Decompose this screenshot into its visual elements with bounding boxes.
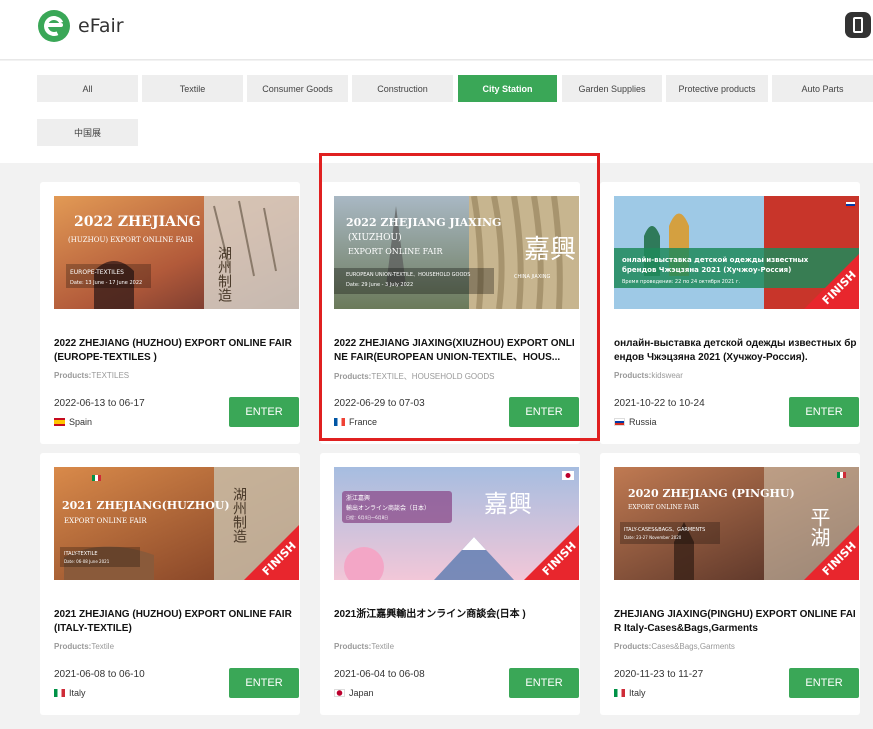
products-label: Products: (334, 642, 372, 651)
filter-construction[interactable]: Construction (352, 75, 453, 102)
products-label: Products: (614, 371, 652, 380)
efair-logo[interactable]: eFair (38, 10, 124, 42)
fair-card[interactable]: 2020 ZHEJIANG (PINGHU) EXPORT ONLINE FAI… (600, 453, 860, 715)
mobile-phone-icon[interactable] (845, 12, 871, 38)
fair-banner-image: 2021 ZHEJIANG(HUZHOU) EXPORT ONLINE FAIR… (54, 467, 299, 580)
banner-calligraphy: 湖州制造 (231, 487, 247, 544)
filter-consumer-goods[interactable]: Consumer Goods (247, 75, 348, 102)
banner-title: 2020 ZHEJIANG (PINGHU) (628, 487, 795, 500)
banner-title: 2022 ZHEJIANG (74, 214, 201, 230)
products-label: Products: (614, 642, 652, 651)
products-value: Textile (371, 642, 395, 651)
fair-banner-image: 浙江嘉興 輸出オンライン商談会（日本） 日程：6月4日～6月8日 嘉興 FINI… (334, 467, 579, 580)
country-name: Italy (629, 688, 646, 698)
banner-date: 日程：6月4日～6月8日 (346, 514, 388, 520)
country-name: Russia (629, 417, 657, 427)
filter-textile[interactable]: Textile (142, 75, 243, 102)
logo-text: eFair (78, 15, 124, 37)
fair-banner-image: 2020 ZHEJIANG (PINGHU) EXPORT ONLINE FAI… (614, 467, 859, 580)
filter-protective-products[interactable]: Protective products (666, 75, 768, 102)
fair-products: Products:TEXTILES (54, 371, 299, 380)
country-name: Italy (69, 688, 86, 698)
fair-products: Products:kidswear (614, 371, 859, 380)
category-filter-bar: All Textile Consumer Goods Construction … (0, 61, 873, 163)
highlight-box (319, 153, 600, 441)
banner-subtitle: EXPORT ONLINE FAIR (64, 517, 147, 525)
fair-title[interactable]: 2022 ZHEJIANG (HUZHOU) EXPORT ONLINE FAI… (54, 337, 299, 365)
banner-subtitle: (HUZHOU) EXPORT ONLINE FAIR (68, 236, 194, 244)
country-name: Spain (69, 417, 93, 427)
fair-country: Russia (614, 417, 657, 427)
filter-garden-supplies[interactable]: Garden Supplies (562, 75, 662, 102)
fair-banner-image: 2022 ZHEJIANG (HUZHOU) EXPORT ONLINE FAI… (54, 196, 299, 309)
fair-products: Products:Cases&Bags,Garments (614, 642, 859, 651)
banner-title: онлайн-выставка детской одежды известных (622, 256, 809, 264)
banner-subtitle: 輸出オンライン商談会（日本） (346, 504, 430, 512)
filter-all[interactable]: All (37, 75, 138, 102)
fair-card[interactable]: онлайн-выставка детской одежды известных… (600, 182, 860, 444)
enter-button[interactable]: ENTER (789, 668, 859, 698)
enter-button[interactable]: ENTER (509, 668, 579, 698)
products-value: kidswear (651, 371, 683, 380)
products-value: Cases&Bags,Garments (651, 642, 735, 651)
banner-date: Время проведения: 22 по 24 октября 2021 … (622, 279, 741, 285)
filter-city-station[interactable]: City Station (458, 75, 557, 102)
spain-flag-icon (54, 418, 65, 426)
russia-flag-icon (614, 418, 625, 426)
banner-subtitle: брендов Чжэцзяна 2021 (Хучжоу-Россия) (622, 266, 791, 274)
fair-card[interactable]: 浙江嘉興 輸出オンライン商談会（日本） 日程：6月4日～6月8日 嘉興 FINI… (320, 453, 580, 715)
banner-date: Date: 06-08 June 2021 (64, 559, 110, 564)
banner-category: ITALY-CASES&BAGS、GARMENTS (624, 527, 705, 533)
banner-calligraphy: 平湖 (807, 507, 831, 547)
banner-category: EUROPE-TEXTILES (70, 269, 124, 276)
italy-flag-icon (54, 689, 65, 697)
fair-dates: 2021-06-04 to 06-08 (334, 669, 425, 680)
banner-category: ITALY-TEXTILE (64, 551, 98, 557)
fair-country: Spain (54, 417, 92, 427)
fair-dates: 2022-06-13 to 06-17 (54, 398, 145, 409)
banner-date: Date: 23-27 November 2020 (624, 535, 682, 540)
enter-button[interactable]: ENTER (229, 397, 299, 427)
filter-china-exhibition[interactable]: 中国展 (37, 119, 138, 146)
banner-title: 浙江嘉興 (346, 494, 370, 502)
fair-title[interactable]: онлайн-выставка детской одежды известных… (614, 337, 859, 365)
enter-button[interactable]: ENTER (229, 668, 299, 698)
banner-calligraphy: 嘉興 (484, 490, 532, 518)
fair-dates: 2021-06-08 to 06-10 (54, 669, 145, 680)
country-name: Japan (349, 688, 374, 698)
banner-calligraphy: 湖州制造 (216, 246, 232, 303)
banner-subtitle: EXPORT ONLINE FAIR (628, 504, 699, 511)
enter-button[interactable]: ENTER (789, 397, 859, 427)
fair-country: Italy (54, 688, 86, 698)
banner-date: Date: 13 June - 17 June 2022 (70, 280, 142, 286)
fair-card[interactable]: 2022 ZHEJIANG (HUZHOU) EXPORT ONLINE FAI… (40, 182, 300, 444)
products-label: Products: (54, 642, 92, 651)
fair-products: Products:Textile (334, 642, 579, 651)
fair-dates: 2020-11-23 to 11-27 (614, 669, 704, 680)
filter-auto-parts[interactable]: Auto Parts (772, 75, 873, 102)
fair-products: Products:Textile (54, 642, 299, 651)
fair-title[interactable]: 2021 ZHEJIANG (HUZHOU) EXPORT ONLINE FAI… (54, 608, 299, 636)
fair-country: Japan (334, 688, 374, 698)
japan-flag-icon (334, 689, 345, 697)
fair-title[interactable]: ZHEJIANG JIAXING(PINGHU) EXPORT ONLINE F… (614, 608, 859, 636)
products-label: Products: (54, 371, 92, 380)
fair-title[interactable]: 2021浙江嘉興輸出オンライン商談会(日本 ) (334, 608, 579, 622)
fair-card[interactable]: 2021 ZHEJIANG(HUZHOU) EXPORT ONLINE FAIR… (40, 453, 300, 715)
fair-country: Italy (614, 688, 646, 698)
italy-flag-icon (614, 689, 625, 697)
banner-title: 2021 ZHEJIANG(HUZHOU) (62, 499, 230, 512)
top-header: eFair (0, 0, 873, 60)
fair-dates: 2021-10-22 to 10-24 (614, 398, 705, 409)
fair-banner-image: онлайн-выставка детской одежды известных… (614, 196, 859, 309)
products-value: Textile (91, 642, 115, 651)
products-value: TEXTILES (91, 371, 130, 380)
efair-logo-icon (38, 10, 70, 42)
